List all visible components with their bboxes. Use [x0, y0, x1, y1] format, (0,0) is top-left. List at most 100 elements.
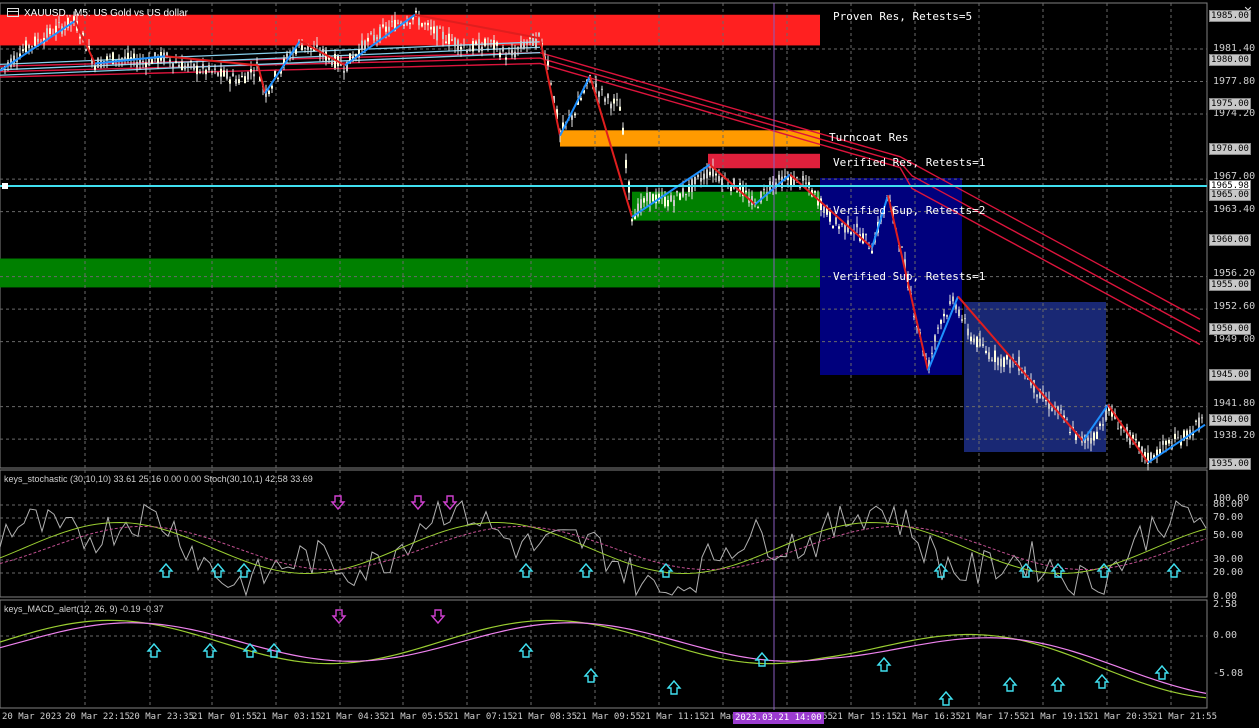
candle-body	[745, 190, 747, 193]
macd-line	[0, 619, 1207, 699]
symbol-title: XAUUSD,, M5: US Gold vs US dollar	[24, 8, 188, 19]
candle-body	[247, 72, 249, 80]
candle-body	[829, 211, 831, 222]
macd-label: keys_MACD_alert(12, 26, 9) -0.19 -0.37	[4, 604, 164, 614]
candle-body	[34, 36, 36, 46]
candle-body	[193, 63, 195, 70]
candle-body	[967, 328, 969, 336]
candle-body	[607, 94, 609, 99]
candle-body	[526, 43, 528, 45]
buy-arrow-icon	[1166, 562, 1182, 578]
candle-body	[991, 359, 993, 361]
candle-body	[190, 61, 192, 63]
price-tag: 1955.00	[1209, 279, 1251, 291]
candle-body	[613, 98, 615, 104]
candle-body	[619, 106, 621, 111]
candle-body	[499, 52, 501, 58]
chart-canvas[interactable]	[0, 0, 1259, 728]
current-price-marker	[2, 183, 8, 189]
crosshair-time: 2023.03.21 14:00	[733, 712, 824, 724]
candle-body	[685, 193, 687, 196]
candle-body	[937, 327, 939, 329]
candle-body	[628, 181, 630, 193]
candle-body	[232, 73, 234, 77]
macd-tick: 0.00	[1213, 630, 1238, 641]
candle-body	[418, 18, 420, 26]
candle-body	[823, 206, 825, 213]
candle-body	[376, 37, 378, 40]
candle-body	[871, 250, 873, 254]
price-tag: 1950.00	[1209, 323, 1251, 335]
candle-body	[982, 344, 984, 346]
candle-body	[1102, 424, 1104, 426]
candle-body	[211, 71, 213, 73]
candle-body	[520, 41, 522, 49]
candle-body	[238, 79, 240, 84]
price-tick: 1963.40	[1213, 204, 1256, 215]
candle-body	[646, 193, 648, 202]
candle-body	[505, 57, 507, 60]
candle-body	[580, 98, 582, 100]
buy-arrow-icon	[210, 562, 226, 578]
buy-arrow-icon	[876, 656, 892, 672]
candle-body	[142, 61, 144, 63]
candle-body	[964, 318, 966, 320]
zigzag-line	[539, 38, 561, 136]
price-tick: 1941.80	[1213, 398, 1256, 409]
candle-body	[244, 76, 246, 84]
candle-body	[181, 61, 183, 71]
candle-body	[1069, 432, 1071, 434]
time-tick: 20 Mar 2023	[2, 712, 62, 722]
zone-3	[632, 191, 820, 221]
time-tick: 21 Mar 08:35	[512, 712, 578, 722]
candle-body	[46, 28, 48, 38]
candle-body	[703, 173, 705, 180]
candle-body	[460, 46, 462, 50]
candle-body	[802, 175, 804, 181]
candle-body	[37, 38, 39, 42]
candle-body	[865, 233, 867, 236]
candle-body	[463, 44, 465, 46]
candle-body	[667, 200, 669, 207]
candle-body	[1162, 440, 1164, 445]
candle-body	[343, 70, 345, 73]
candle-body	[466, 49, 468, 53]
buy-arrow-icon	[518, 642, 534, 658]
candle-body	[949, 301, 951, 305]
candle-body	[28, 45, 30, 49]
candle-body	[187, 63, 189, 67]
stochastic-tick: 30.00	[1213, 554, 1244, 565]
candle-body	[1093, 432, 1095, 441]
candle-body	[631, 219, 633, 222]
candle-body	[598, 91, 600, 97]
time-tick: 21 Mar 21:55	[1152, 712, 1218, 722]
candle-body	[139, 59, 141, 64]
time-tick: 21 Mar 05:55	[384, 712, 450, 722]
candle-body	[1174, 433, 1176, 440]
candle-body	[832, 225, 834, 229]
candle-body	[58, 22, 60, 24]
candle-body	[838, 226, 840, 229]
candle-body	[169, 59, 171, 64]
sell-arrow-icon	[430, 609, 446, 625]
price-tick: 1938.20	[1213, 430, 1256, 441]
candle-body	[721, 178, 723, 186]
price-tick: 1952.60	[1213, 301, 1256, 312]
candle-body	[514, 51, 516, 58]
buy-arrow-icon	[578, 562, 594, 578]
candle-body	[388, 26, 390, 31]
candle-body	[502, 47, 504, 52]
candle-body	[55, 25, 57, 33]
sell-arrow-icon	[410, 495, 426, 511]
moving-average-blue	[0, 46, 541, 71]
window-menu-icon[interactable]	[7, 8, 19, 17]
candle-body	[1165, 440, 1167, 445]
candle-body	[1096, 431, 1098, 439]
candle-body	[367, 37, 369, 42]
time-tick: 20 Mar 23:35	[129, 712, 195, 722]
candle-body	[649, 192, 651, 204]
candle-body	[229, 79, 231, 84]
candle-body	[931, 352, 933, 354]
candle-body	[1087, 437, 1089, 441]
stochastic-main	[0, 499, 1207, 597]
